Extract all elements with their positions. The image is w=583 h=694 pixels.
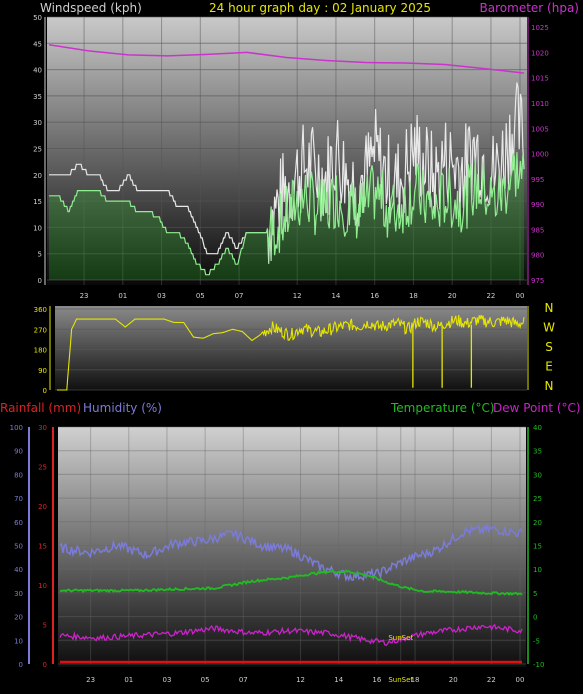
compass-label: E xyxy=(545,360,553,374)
temp-y-tick: 40 xyxy=(533,424,542,432)
x-tick: 01 xyxy=(118,292,127,300)
wind-y-tick: 25 xyxy=(33,146,42,154)
temp-y-tick: 10 xyxy=(533,566,542,574)
x-tick: 14 xyxy=(331,292,340,300)
x-tick: 14 xyxy=(334,676,343,684)
direction-y-tick: 180 xyxy=(34,347,47,355)
temp-y-tick: 35 xyxy=(533,448,542,456)
humidity-y-tick: 20 xyxy=(14,614,23,622)
x-tick: 05 xyxy=(196,292,205,300)
x-tick: 00 xyxy=(516,292,525,300)
wind-y-tick: 50 xyxy=(33,14,42,22)
humidity-y-tick: 40 xyxy=(14,566,23,574)
x-tick: 07 xyxy=(235,292,244,300)
humidity-y-tick: 70 xyxy=(14,495,23,503)
direction-y-tick: 270 xyxy=(34,326,47,334)
baro-y-tick: 1025 xyxy=(531,24,549,32)
rainfall-y-tick: 25 xyxy=(38,464,47,472)
x-tick: 12 xyxy=(293,292,302,300)
baro-y-tick: 980 xyxy=(531,252,544,260)
rainfall-title: Rainfall (mm) xyxy=(0,401,81,415)
humidity-title: Humidity (%) xyxy=(83,401,162,415)
chart-title: 24 hour graph day : 02 January 2025 xyxy=(209,1,431,15)
rainfall-y-tick: 10 xyxy=(38,582,47,590)
x-tick: 03 xyxy=(162,676,171,684)
temp-y-tick: 30 xyxy=(533,471,542,479)
compass-label: N xyxy=(545,301,554,315)
humidity-y-tick: 90 xyxy=(14,448,23,456)
direction-y-tick: 90 xyxy=(38,367,47,375)
humidity-y-tick: 60 xyxy=(14,519,23,527)
x-tick: 22 xyxy=(487,676,496,684)
baro-y-tick: 985 xyxy=(531,226,544,234)
x-tick: 12 xyxy=(296,676,305,684)
temp-y-tick: 20 xyxy=(533,519,542,527)
rainfall-y-tick: 15 xyxy=(38,543,47,551)
x-tick: 23 xyxy=(80,292,89,300)
compass-labels: NWSEN xyxy=(543,301,555,393)
temp-y-tick: 0 xyxy=(533,614,537,622)
temp-y-tick: -5 xyxy=(533,637,540,645)
wind-y-tick: 0 xyxy=(38,277,42,285)
humidity-y-tick: 30 xyxy=(14,590,23,598)
baro-y-tick: 995 xyxy=(531,176,544,184)
x-tick: 23 xyxy=(86,676,95,684)
direction-y-tick: 0 xyxy=(43,387,47,395)
compass-label: N xyxy=(545,379,554,393)
x-tick: 16 xyxy=(372,676,381,684)
temperature-title: Temperature (°C) xyxy=(390,401,495,415)
direction-y-tick: 360 xyxy=(34,306,47,314)
baro-y-tick: 990 xyxy=(531,201,544,209)
rainfall-y-tick: 30 xyxy=(38,424,47,432)
wind-y-tick: 35 xyxy=(33,93,42,101)
wind-y-tick: 5 xyxy=(38,251,42,259)
x-tick: 07 xyxy=(239,676,248,684)
x-tick: 22 xyxy=(486,292,495,300)
rainfall-y-tick: 0 xyxy=(43,661,47,669)
x-tick: 03 xyxy=(157,292,166,300)
baro-y-tick: 1005 xyxy=(531,125,549,133)
wind-y-tick: 30 xyxy=(33,119,42,127)
wind-title: Windspeed (kph) xyxy=(40,1,142,15)
temp-y-tick: 5 xyxy=(533,590,537,598)
x-tick: 20 xyxy=(448,292,457,300)
compass-label: S xyxy=(545,340,553,354)
wind-y-tick: 40 xyxy=(33,67,42,75)
baro-y-tick: 975 xyxy=(531,277,544,285)
x-tick: 18 xyxy=(409,292,418,300)
compass-label: W xyxy=(543,321,555,335)
humidity-y-tick: 100 xyxy=(10,424,23,432)
sunset-label: SunSet xyxy=(388,634,413,642)
rainfall-y-tick: 20 xyxy=(38,503,47,511)
weather-graph: Windspeed (kph) 24 hour graph day : 02 J… xyxy=(0,1,581,684)
temp-y-tick: -10 xyxy=(533,661,544,669)
x-tick: 00 xyxy=(516,676,525,684)
x-tick: 05 xyxy=(201,676,210,684)
wind-y-tick: 10 xyxy=(33,224,42,232)
humidity-y-tick: 10 xyxy=(14,637,23,645)
wind-y-tick: 15 xyxy=(33,198,42,206)
rainfall-y-tick: 5 xyxy=(43,622,47,630)
x-tick: 18 xyxy=(411,676,420,684)
wind-y-tick: 20 xyxy=(33,172,42,180)
baro-y-tick: 1010 xyxy=(531,100,549,108)
dewpoint-title: Dew Point (°C) xyxy=(493,401,581,415)
x-tick: 01 xyxy=(124,676,133,684)
baro-y-tick: 1000 xyxy=(531,151,549,159)
temp-y-tick: 25 xyxy=(533,495,542,503)
baro-y-tick: 1020 xyxy=(531,49,549,57)
humidity-y-tick: 50 xyxy=(14,543,23,551)
baro-y-tick: 1015 xyxy=(531,75,549,83)
humidity-y-tick: 0 xyxy=(19,661,23,669)
humidity-y-tick: 80 xyxy=(14,471,23,479)
wind-y-tick: 45 xyxy=(33,40,42,48)
x-tick: 20 xyxy=(449,676,458,684)
temp-y-tick: 15 xyxy=(533,543,542,551)
barometer-title: Barometer (hpa) xyxy=(480,1,579,15)
x-tick: 16 xyxy=(370,292,379,300)
